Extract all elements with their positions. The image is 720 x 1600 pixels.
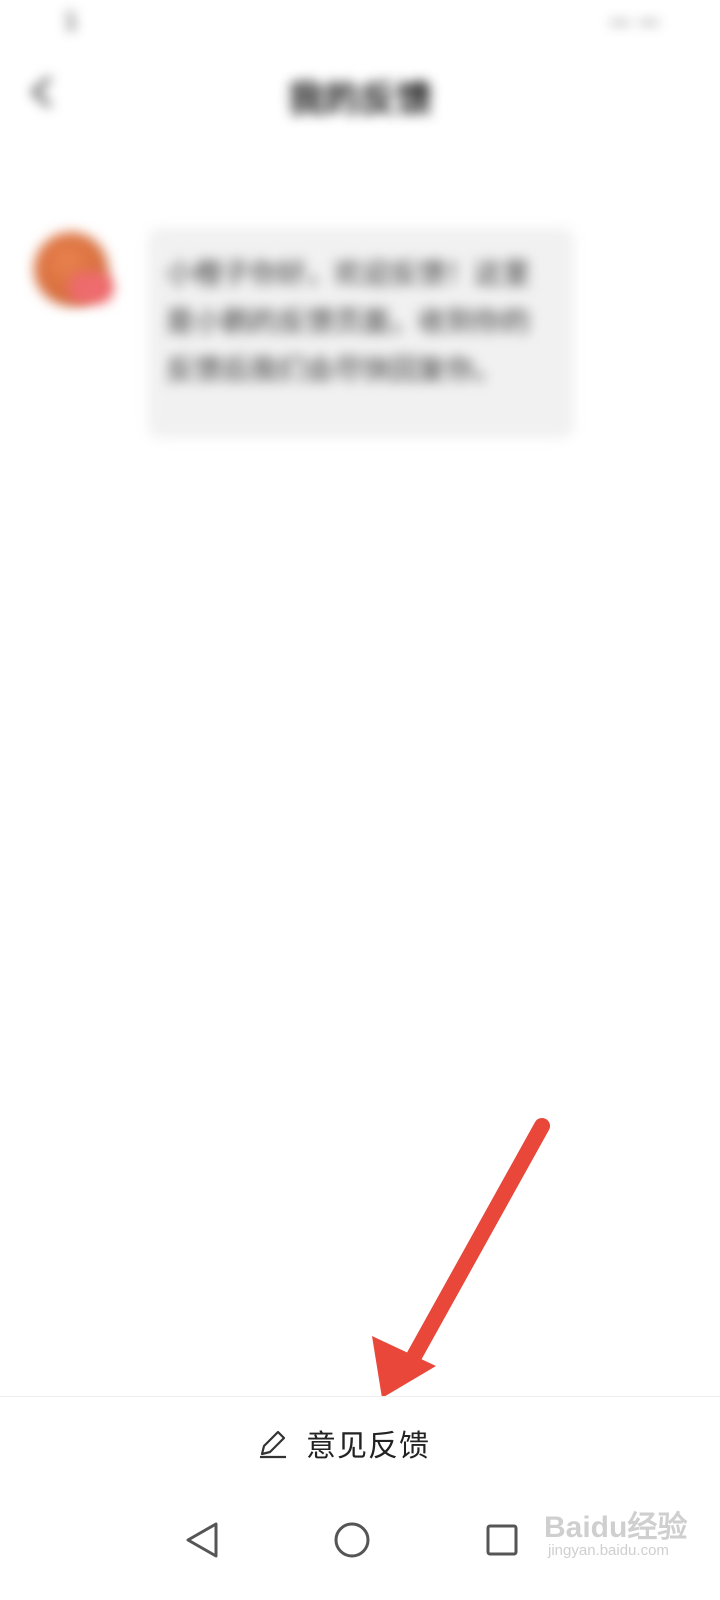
status-bar: 1 — —: [0, 0, 720, 46]
watermark-logo: Baidu经验 jingyan.baidu.com: [540, 1490, 710, 1570]
back-triangle-icon[interactable]: [172, 1510, 232, 1570]
recents-square-icon[interactable]: [472, 1510, 532, 1570]
watermark-brand: Baidu经验: [544, 1511, 688, 1544]
status-right-text: — —: [609, 10, 660, 35]
message-text: 小橙子你好，欢迎反馈！这里是小鹅的反馈页面，收到你的反馈后我们会尽快回复你。: [166, 257, 531, 386]
page-title: 我的反馈: [287, 79, 432, 120]
header: 我的反馈: [0, 58, 720, 128]
edit-icon: [260, 1430, 286, 1459]
feedback-label: 意见反馈: [306, 1429, 430, 1464]
home-circle-icon[interactable]: [322, 1510, 382, 1570]
avatar-badge: [68, 272, 114, 304]
status-left-text: 1: [64, 10, 78, 35]
feedback-button[interactable]: 意见反馈: [256, 1413, 466, 1473]
feedback-bar: 意见反馈: [0, 1396, 720, 1493]
watermark-url: jingyan.baidu.com: [548, 1542, 669, 1559]
